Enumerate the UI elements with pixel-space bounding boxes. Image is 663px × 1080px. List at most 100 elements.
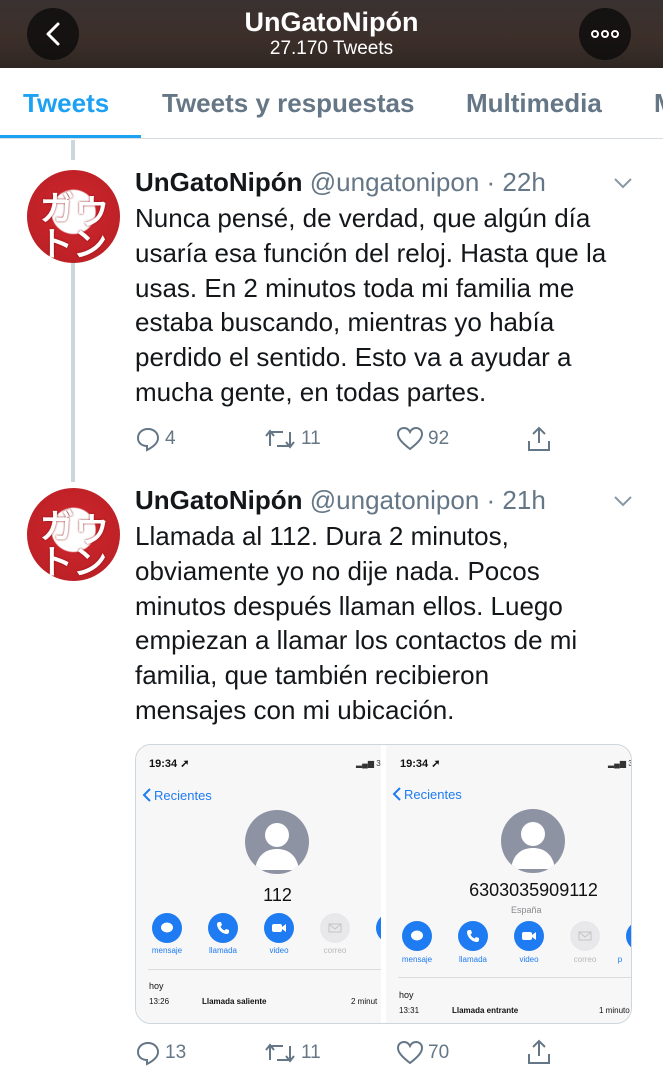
active-tab-indicator (0, 135, 141, 138)
phone-number: 6303035909112 (469, 880, 598, 900)
avatar[interactable]: ガ ウ ト ン (27, 488, 120, 581)
action-label: llamada (458, 955, 487, 964)
video-icon (514, 921, 544, 951)
tab-media[interactable]: Multimedia (466, 88, 602, 119)
call-duration: 1 minuto (599, 1006, 630, 1015)
tab-likes[interactable]: M (654, 88, 663, 119)
divider (398, 977, 631, 978)
reply-count: 4 (165, 428, 176, 449)
heart-icon (396, 1040, 424, 1065)
retweet-count: 11 (301, 428, 321, 449)
action-label: mensaje (151, 946, 183, 955)
avatar-glyph: ン (73, 543, 107, 581)
tweet-text-line: Nunca pensé, de verdad, que algún día (135, 203, 591, 233)
message-icon (402, 921, 432, 951)
tweet-text-line: obviamente yo no dije nada. Pocos (135, 555, 540, 586)
reply-icon (136, 1041, 160, 1066)
tweet-text-line: mensajes con mi ubicación. (135, 694, 455, 725)
profile-header: UnGatoNipón 27.170 Tweets (0, 0, 663, 68)
person-icon (255, 823, 299, 870)
tab-tweets-replies[interactable]: Tweets y respuestas (162, 88, 414, 119)
more-dots-icon (591, 30, 619, 38)
retweet-icon (265, 1043, 295, 1063)
reply-button[interactable]: 13 (135, 1040, 186, 1066)
action-label: correo (573, 955, 597, 964)
call-time: 13:26 (149, 997, 170, 1006)
tweet-time[interactable]: · 21h (487, 485, 546, 515)
call-day: hoy (399, 990, 414, 1000)
divider (148, 969, 381, 970)
reply-icon (136, 427, 160, 452)
tweet-text-line: mucha gente, en todas partes. (135, 376, 487, 407)
tab-tweets[interactable]: Tweets (23, 88, 109, 119)
more-action-icon (626, 921, 631, 951)
back-link: Recientes (392, 786, 462, 802)
tweet-text-line: usaría esa función del reloj. Hasta que … (135, 237, 607, 268)
author-name[interactable]: UnGatoNipón (135, 167, 303, 197)
thread-line (71, 140, 75, 160)
message-icon (152, 913, 182, 943)
action-label: p (617, 955, 623, 964)
call-day: hoy (149, 981, 164, 991)
share-button[interactable] (525, 1038, 553, 1066)
tweet-media[interactable]: 19:34 ➚ ▂▄▆ 3 Recientes 112 mensaje llam… (135, 744, 632, 1024)
call-time: 13:31 (399, 1006, 420, 1015)
phone-number: 112 (263, 885, 292, 905)
person-icon (511, 822, 555, 869)
status-time: 19:34 ➚ (400, 758, 441, 770)
like-button[interactable]: 70 (396, 1040, 449, 1066)
tweet-text-line: minutos después llaman ellos. Luego (135, 590, 563, 621)
author-handle[interactable]: @ungatonipon (310, 485, 480, 515)
tweet-text-line: empiezan a llamar los contactos de mi (135, 625, 578, 656)
avatar[interactable]: ガ ウ ト ン (27, 170, 120, 263)
back-link: Recientes (142, 787, 212, 803)
author-handle[interactable]: @ungatonipon (310, 167, 480, 197)
share-icon (528, 1039, 550, 1064)
tweet-text-line: perdido el sentido. Esto va a ayudar a (135, 342, 572, 373)
reply-count: 13 (165, 1042, 187, 1063)
more-button[interactable] (579, 8, 631, 60)
tweet-text: Llamada al 112. Dura 2 minutos, obviamen… (135, 519, 650, 728)
call-duration: 2 minut (351, 997, 378, 1006)
tweet-header: UnGatoNipón @ungatonipon · 22h (135, 167, 546, 198)
author-name[interactable]: UnGatoNipón (135, 485, 303, 515)
retweet-button[interactable]: 11 (263, 426, 321, 452)
avatar-glyph: ト (39, 543, 73, 581)
signal-icon: ▂▄▆ 3 (608, 759, 631, 768)
phone-icon (458, 921, 488, 951)
tweet-text: Nunca pensé, de verdad, que algún día us… (135, 201, 650, 410)
tweet-text-line: familia, que también recibieron (135, 660, 490, 691)
thread-line (71, 262, 75, 482)
media-image-right[interactable]: 19:34 ➚ ▂▄▆ 3 Recientes 6303035909112 Es… (386, 745, 631, 1023)
tweet-time[interactable]: · 22h (487, 167, 546, 197)
tweet-count: 27.170 Tweets (269, 38, 394, 59)
profile-name: UnGatoNipón (244, 7, 419, 37)
avatar-glyph: ト (39, 225, 73, 263)
tweet-text-line: estaba buscando, mientras yo había (135, 307, 555, 338)
call-type: Llamada saliente (202, 997, 267, 1006)
action-label: video (269, 946, 289, 955)
tweet-text-line: Llamada al 112. Dura 2 minutos, (135, 521, 509, 551)
contact-avatar (501, 809, 565, 873)
media-image-left[interactable]: 19:34 ➚ ▂▄▆ 3 Recientes 112 mensaje llam… (136, 745, 381, 1023)
chevron-left-icon (392, 787, 401, 801)
country-label: España (511, 905, 542, 915)
tweet-header: UnGatoNipón @ungatonipon · 21h (135, 485, 546, 516)
like-count: 92 (428, 428, 450, 449)
like-button[interactable]: 92 (396, 426, 449, 452)
chevron-down-icon[interactable] (612, 494, 634, 508)
share-button[interactable] (525, 425, 553, 453)
status-time: 19:34 ➚ (149, 758, 190, 770)
reply-button[interactable]: 4 (135, 426, 176, 452)
chevron-left-icon (142, 788, 151, 802)
like-count: 70 (428, 1042, 450, 1063)
avatar-glyph: ン (73, 225, 107, 263)
video-icon (264, 913, 294, 943)
action-label: correo (323, 946, 347, 955)
mail-icon (570, 921, 600, 951)
retweet-button[interactable]: 11 (263, 1040, 321, 1066)
action-label: llamada (208, 946, 237, 955)
share-icon (528, 426, 550, 451)
chevron-down-icon[interactable] (612, 176, 634, 190)
tweet-text-line: usas. En 2 minutos toda mi familia me (135, 272, 575, 303)
